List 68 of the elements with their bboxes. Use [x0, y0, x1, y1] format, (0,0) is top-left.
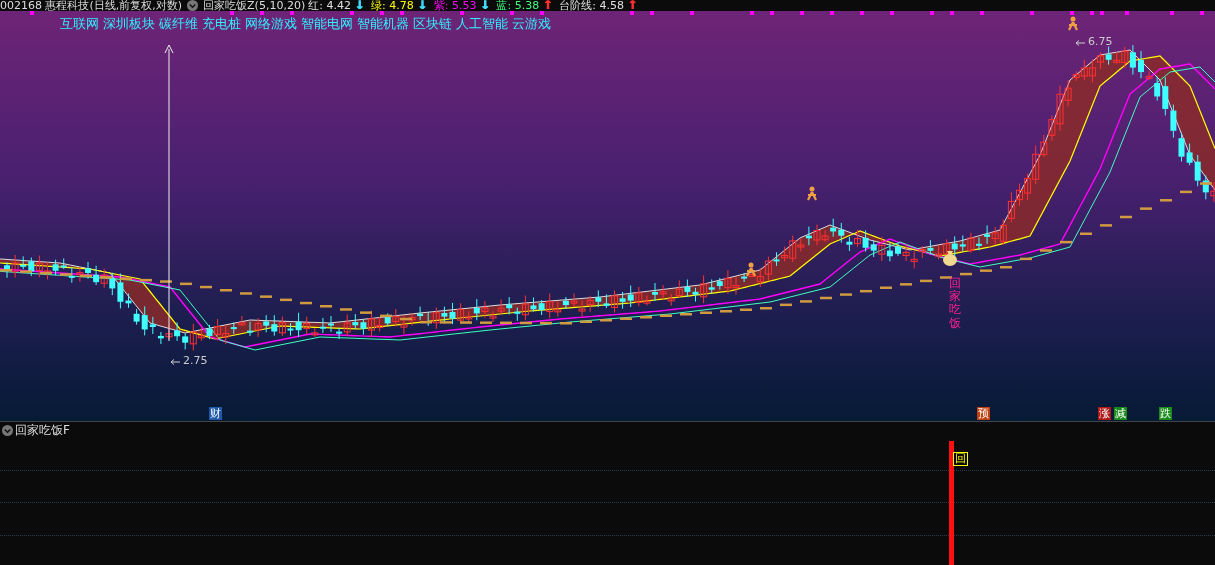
- concept-tag[interactable]: 充电桩: [202, 16, 241, 33]
- tick-mark: [800, 11, 804, 15]
- signal-marker: 回: [953, 452, 968, 466]
- tick-mark: [890, 11, 894, 15]
- event-marker[interactable]: 预: [977, 407, 990, 420]
- concept-tag[interactable]: 互联网: [60, 16, 99, 33]
- concept-tag[interactable]: 智能机器: [357, 16, 409, 33]
- tick-mark: [1200, 11, 1204, 15]
- chevron-icon[interactable]: [2, 424, 13, 436]
- tick-mark: [980, 11, 984, 15]
- tick-mark: [930, 11, 934, 15]
- indicator-reading: 红: 4.42: [308, 0, 351, 11]
- pointer-arrow-icon: [170, 359, 180, 365]
- indicator-reading: 紫: 5.53: [433, 0, 477, 11]
- concept-tag[interactable]: 云游戏: [512, 16, 551, 33]
- tick-mark: [230, 11, 234, 15]
- tick-mark: [1100, 11, 1104, 15]
- pointer-arrow-icon: [1075, 40, 1085, 46]
- tick-mark: [860, 11, 864, 15]
- person-icon: [806, 186, 818, 202]
- tick-mark: [690, 11, 694, 15]
- concept-tag[interactable]: 智能电网: [301, 16, 353, 33]
- indicator-reading: 蓝: 5.38: [496, 0, 540, 11]
- high-price-label: 6.75: [1088, 35, 1113, 48]
- indicator-reading: 绿: 4.78: [370, 0, 414, 11]
- tick-mark: [1030, 11, 1034, 15]
- tick-mark: [1090, 11, 1094, 15]
- tick-mark: [350, 11, 354, 15]
- trend-arrow: ↓: [416, 0, 427, 11]
- tick-mark: [650, 11, 654, 15]
- tick-mark: [770, 11, 774, 15]
- trend-arrow: ↑: [542, 0, 553, 11]
- signal-text: 回家吃饭: [949, 277, 961, 330]
- person-icon: [1067, 16, 1079, 32]
- tick-mark: [30, 11, 34, 15]
- trend-arrow: ↓: [479, 0, 490, 11]
- tick-mark: [380, 11, 384, 15]
- tick-mark: [510, 11, 514, 15]
- tick-mark: [540, 11, 544, 15]
- tick-mark: [950, 11, 954, 15]
- tick-mark: [830, 11, 834, 15]
- concept-tag[interactable]: 碳纤维: [159, 16, 198, 33]
- tick-mark: [750, 11, 754, 15]
- tick-mark: [460, 11, 464, 15]
- event-marker[interactable]: 财: [209, 407, 222, 420]
- tick-mark: [290, 11, 294, 15]
- event-marker[interactable]: 减: [1114, 407, 1127, 420]
- tick-mark: [260, 11, 264, 15]
- tick-mark: [1125, 11, 1129, 15]
- person-icon: [745, 262, 757, 278]
- tick-mark: [1170, 11, 1174, 15]
- event-marker[interactable]: 涨: [1098, 407, 1111, 420]
- panel-title: 回家吃饭F: [15, 421, 70, 439]
- indicator-reading: 台阶线: 4.58: [559, 0, 624, 11]
- stock-title: 002168 惠程科技(日线,前复权,对数): [0, 0, 183, 11]
- indicator-name: 回家吃饭Z(5,10,20): [203, 0, 306, 11]
- tick-mark: [400, 11, 404, 15]
- tick-mark: [630, 11, 634, 15]
- concept-tag[interactable]: 人工智能: [456, 16, 508, 33]
- trend-arrow: ↓: [353, 0, 364, 11]
- money-bag-icon: [943, 251, 957, 266]
- chevron-icon[interactable]: [187, 0, 199, 11]
- event-marker[interactable]: 跌: [1159, 407, 1172, 420]
- low-price-label: 2.75: [183, 354, 208, 367]
- concept-tag[interactable]: 区块链: [413, 16, 452, 33]
- trend-arrow: ↑: [626, 0, 637, 11]
- concept-tag[interactable]: 深圳板块: [103, 16, 155, 33]
- concept-tag[interactable]: 网络游戏: [245, 16, 297, 33]
